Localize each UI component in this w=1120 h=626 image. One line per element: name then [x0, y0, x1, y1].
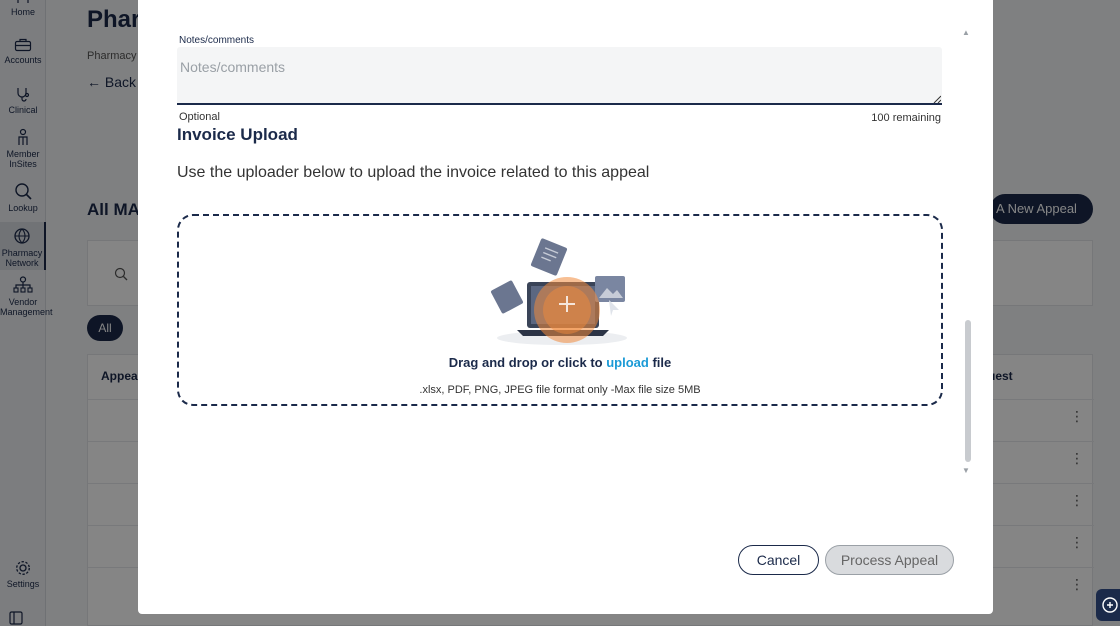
- file-dropzone[interactable]: Drag and drop or click to upload file .x…: [177, 214, 943, 406]
- scroll-up-icon[interactable]: ▲: [962, 28, 970, 37]
- notes-field[interactable]: [177, 47, 942, 105]
- upload-link[interactable]: upload: [606, 355, 649, 370]
- process-appeal-button[interactable]: Process Appeal: [825, 545, 954, 575]
- notes-label: Notes/comments: [179, 35, 255, 46]
- dropzone-text-before: Drag and drop or click to: [448, 355, 603, 370]
- dropzone-instructions: Drag and drop or click to upload file: [179, 355, 941, 370]
- optional-hint: Optional: [179, 111, 220, 123]
- scrollbar-thumb[interactable]: [965, 320, 971, 462]
- resize-handle-icon[interactable]: [933, 95, 941, 103]
- scroll-down-icon[interactable]: ▼: [962, 466, 970, 475]
- upload-illustration-icon: [491, 238, 627, 345]
- help-chat-button[interactable]: [1096, 589, 1120, 621]
- cancel-button[interactable]: Cancel: [738, 545, 819, 575]
- invoice-upload-title: Invoice Upload: [177, 125, 298, 144]
- file-format-hint: .xlsx, PDF, PNG, JPEG file format only -…: [419, 384, 701, 396]
- headset-icon: [1102, 597, 1118, 613]
- invoice-upload-description: Use the uploader below to upload the inv…: [177, 164, 650, 181]
- appeal-modal: Notes/comments Optional 100 remaining In…: [138, 0, 993, 614]
- char-remaining: 100 remaining: [871, 112, 941, 124]
- dropzone-text-after: file: [652, 355, 672, 370]
